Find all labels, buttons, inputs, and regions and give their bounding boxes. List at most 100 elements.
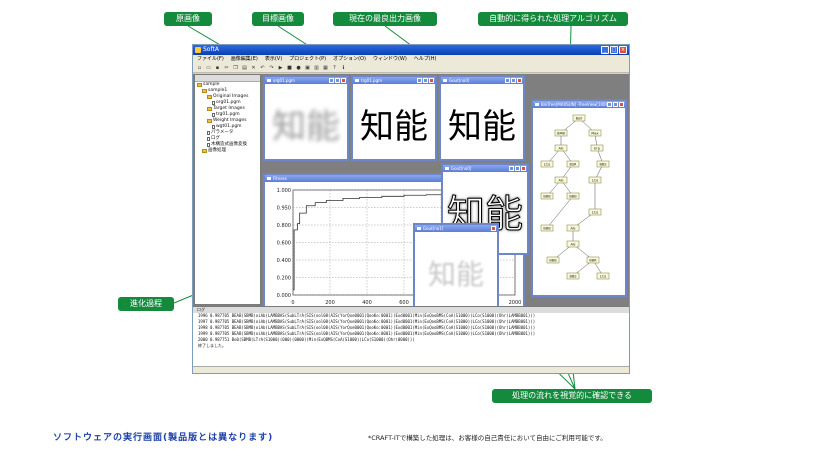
folder-icon (197, 83, 202, 87)
copy-icon[interactable]: ❐ (232, 65, 239, 72)
file-icon (212, 125, 215, 129)
file-icon (207, 143, 210, 147)
tree-node-label: 画像処理 (208, 148, 226, 153)
cut-icon[interactable]: ✂ (223, 65, 230, 72)
algorithm-node-label: AG (570, 227, 575, 231)
callout-best: 現在の最良出力画像 (333, 12, 437, 26)
info-icon[interactable]: ℹ (340, 65, 347, 72)
close-button[interactable]: × (619, 46, 627, 54)
folder-icon (207, 95, 212, 99)
help-icon[interactable]: ? (331, 65, 338, 72)
target-image-window[interactable]: trg01.pgm 知能 (351, 75, 437, 161)
callout-evolution: 進化過程 (118, 297, 174, 311)
project-tree: sample sample1 Original Images org01.pgm Tar… (194, 74, 261, 305)
file-icon (207, 137, 210, 141)
menu-help[interactable]: ヘルプ(H) (414, 55, 437, 64)
algorithm-node-label: BBB (543, 227, 551, 231)
original-image-kanji: 知能 (272, 107, 340, 147)
image-icon[interactable]: ▣ (304, 65, 311, 72)
folder-icon (202, 149, 207, 153)
menu-window[interactable]: ウィンドウ(W) (373, 55, 407, 64)
folder-icon (207, 119, 212, 123)
undo-icon[interactable]: ↶ (259, 65, 266, 72)
algorithm-node-label: AG (570, 243, 575, 247)
y-tick-label: 0.600 (277, 241, 291, 247)
minimize-icon[interactable] (509, 166, 514, 171)
close-icon[interactable] (517, 78, 522, 83)
paste-icon[interactable]: ▤ (241, 65, 248, 72)
maximize-icon[interactable] (511, 78, 516, 83)
run-icon[interactable]: ▶ (277, 65, 284, 72)
title-bar[interactable]: SoftA _ □ × (193, 45, 629, 55)
window-title: SoftA (203, 46, 219, 53)
maximize-icon[interactable] (515, 166, 520, 171)
callout-target: 目標画像 (252, 12, 304, 26)
algorithm-tree: Bo0 BMB Max AG Erp LCo BSR BBS AG LCo BBB BBB LCo AG B… (540, 114, 610, 280)
status-bar (193, 366, 629, 373)
close-icon[interactable] (491, 226, 496, 231)
minimize-icon[interactable] (417, 78, 422, 83)
algorithm-node-label: AG (558, 179, 563, 183)
minimize-icon[interactable] (329, 78, 334, 83)
algorithm-node-label: BBB (569, 195, 577, 199)
maximize-icon[interactable] (423, 78, 428, 83)
minimize-icon[interactable] (505, 78, 510, 83)
screenshot-root: 原画像 目標画像 現在の最良出力画像 自動的に得られた処理アルゴリズム 進化過程… (0, 0, 825, 450)
close-icon[interactable] (429, 78, 434, 83)
tree-header (195, 75, 260, 82)
record-icon[interactable]: ● (295, 65, 302, 72)
algorithm-node-label: BMB (557, 132, 565, 136)
algorithm-node-label: BBB (543, 195, 551, 199)
algorithm-node-label: LCo (544, 163, 551, 167)
output-window-small[interactable]: Gout[no1] 知能 (413, 223, 499, 313)
best-output-window[interactable]: Gout[no0] 知能 (439, 75, 525, 161)
algorithm-node-label: Max (591, 132, 598, 136)
algorithm-node-label: BBR (589, 259, 597, 263)
y-tick-label: 0.400 (277, 258, 291, 264)
menu-edit[interactable]: 画像編集(E) (231, 55, 258, 64)
close-icon[interactable] (521, 166, 526, 171)
tree-icon[interactable]: ▦ (322, 65, 329, 72)
maximize-icon[interactable] (613, 102, 618, 107)
chart-icon[interactable]: ▥ (313, 65, 320, 72)
original-image-window[interactable]: org01.pgm 知能 (263, 75, 349, 161)
app-icon (195, 47, 201, 53)
algorithm-node-label: BBB (549, 259, 557, 263)
new-icon[interactable]: ▫ (196, 65, 203, 72)
algorithm-tree-window[interactable]: BinTree[MAXSUN] -TreeView[1000] Bo0 BMB Ma… (531, 99, 627, 297)
save-icon[interactable]: ▪ (214, 65, 221, 72)
output-small-title: Gout[no1] (415, 225, 497, 232)
algorithm-node-label: BSR (570, 163, 578, 167)
minimize-icon[interactable] (607, 102, 612, 107)
output-small-kanji: 知能 (427, 258, 484, 291)
maximize-button[interactable]: □ (610, 46, 618, 54)
minimize-button[interactable]: _ (601, 46, 609, 54)
close-icon[interactable] (341, 78, 346, 83)
algorithm-node-label: BBS (570, 275, 578, 279)
menu-file[interactable]: ファイル(F) (197, 55, 224, 64)
maximize-icon[interactable] (335, 78, 340, 83)
delete-icon[interactable]: ✕ (250, 65, 257, 72)
close-icon[interactable] (619, 102, 624, 107)
callout-original: 原画像 (164, 12, 212, 26)
algorithm-node-label: Erp (594, 147, 601, 151)
open-icon[interactable]: ▭ (205, 65, 212, 72)
y-tick-label: 0.800 (277, 223, 291, 229)
algorithm-node-label: LCo (600, 275, 607, 279)
tree-node[interactable]: 画像処理 (195, 148, 260, 154)
menu-view[interactable]: 表示(V) (265, 55, 282, 64)
target-image-kanji: 知能 (360, 107, 428, 147)
app-window: SoftA _ □ × ファイル(F) 画像編集(E) 表示(V) プロジェクト… (192, 44, 630, 374)
algorithm-node-label: BBS (600, 163, 608, 167)
redo-icon[interactable]: ↷ (268, 65, 275, 72)
usage-note: *CRAFT-ITで構築した処理は、お客様の自己責任において自由にご利用可能です… (368, 434, 607, 442)
y-tick-label: 1.000 (277, 188, 291, 194)
y-tick-label: 0.000 (277, 293, 291, 299)
menu-options[interactable]: オプション(O) (333, 55, 366, 64)
algorithm-node-label: LCo (592, 211, 599, 215)
stop-icon[interactable]: ■ (286, 65, 293, 72)
file-icon (207, 131, 210, 135)
menu-project[interactable]: プロジェクト(P) (289, 55, 326, 64)
file-icon (212, 113, 215, 117)
log-row: 終了しました。 (198, 343, 226, 348)
